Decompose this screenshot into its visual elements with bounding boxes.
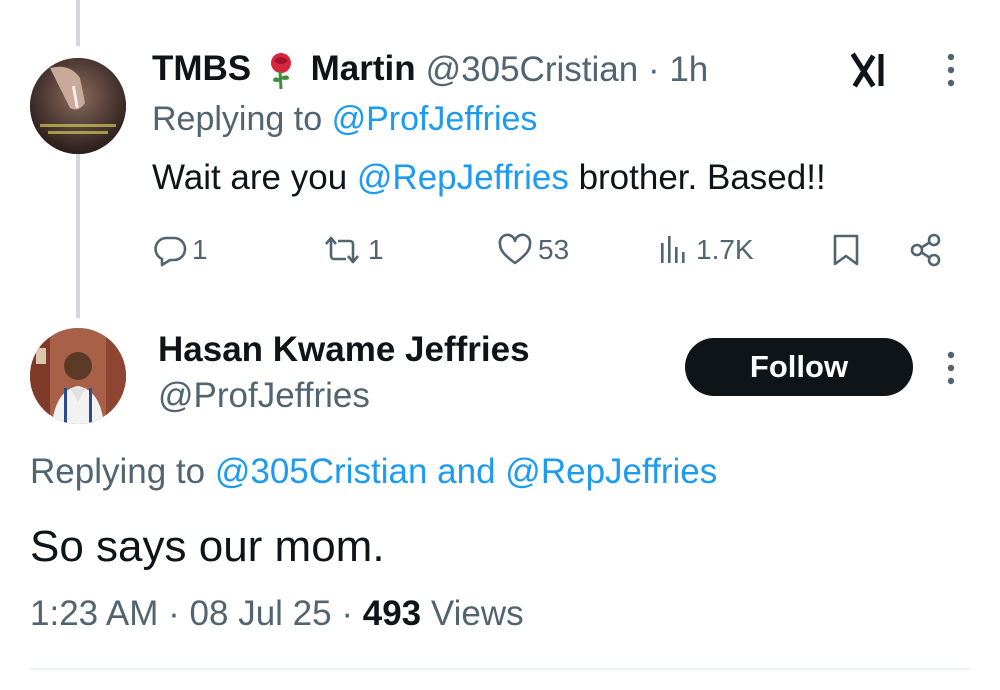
tweet-time[interactable]: 1:23 AM xyxy=(30,594,158,633)
user-handle[interactable]: @305Cristian xyxy=(426,50,639,89)
replying-to: Replying to @ProfJeffries xyxy=(152,100,538,138)
analytics-icon xyxy=(661,236,685,263)
separator-dot: · xyxy=(647,50,660,89)
share-button[interactable] xyxy=(908,226,948,274)
tweet-actions: 1 1 53 1.7K xyxy=(152,226,952,274)
views-button[interactable]: 1.7K xyxy=(658,226,754,274)
views-label: Views xyxy=(430,594,524,633)
mention-link[interactable]: @RepJeffries xyxy=(357,158,569,197)
tweet-text: So says our mom. xyxy=(30,522,385,571)
replying-to-link[interactable]: @RepJeffries xyxy=(505,452,717,491)
replying-to-link[interactable]: @305Cristian xyxy=(215,452,428,491)
handle-and-time: @305Cristian · 1h xyxy=(426,50,709,90)
heart-icon xyxy=(498,233,532,265)
replying-to-link[interactable]: @ProfJeffries xyxy=(332,100,538,138)
grok-xai-icon[interactable] xyxy=(851,52,891,88)
views-count: 1.7K xyxy=(696,234,754,265)
replying-to: Replying to @305Cristian and @RepJeffrie… xyxy=(30,452,718,491)
display-name[interactable]: TMBS Martin xyxy=(152,49,416,91)
rose-icon xyxy=(270,52,291,89)
separator-dot: · xyxy=(341,594,353,633)
reply-button[interactable]: 1 xyxy=(152,226,208,274)
bookmark-icon xyxy=(833,234,859,266)
views-count[interactable]: 493 xyxy=(363,594,421,633)
reply-count: 1 xyxy=(192,234,208,265)
tweet-meta: 1:23 AM · 08 Jul 25 · 493 Views xyxy=(30,594,524,634)
repost-count: 1 xyxy=(368,234,384,265)
thread-line-top xyxy=(76,0,80,46)
follow-button[interactable]: Follow xyxy=(685,338,913,396)
separator-dot: · xyxy=(168,594,180,633)
tweet-time[interactable]: 1h xyxy=(669,50,708,89)
like-count: 53 xyxy=(538,234,570,265)
more-options-icon[interactable] xyxy=(944,50,958,90)
like-button[interactable]: 53 xyxy=(496,226,569,274)
thread-line xyxy=(76,150,80,318)
avatar-305cristian[interactable] xyxy=(30,58,126,154)
reply-header: TMBS Martin @305Cristian · 1h xyxy=(152,48,708,92)
reply-icon xyxy=(154,236,187,267)
avatar-profjeffries[interactable] xyxy=(30,328,126,424)
replying-to-and[interactable]: and xyxy=(437,452,495,491)
user-handle[interactable]: @ProfJeffries xyxy=(158,376,370,416)
repost-icon xyxy=(325,236,359,264)
share-icon xyxy=(910,233,941,267)
divider xyxy=(30,668,970,670)
bookmark-button[interactable] xyxy=(830,226,866,274)
more-options-icon[interactable] xyxy=(944,348,958,388)
tweet-date[interactable]: 08 Jul 25 xyxy=(190,594,332,633)
repost-button[interactable]: 1 xyxy=(320,226,384,274)
display-name[interactable]: Hasan Kwame Jeffries xyxy=(158,330,530,370)
avatar-image xyxy=(30,58,126,154)
avatar-image xyxy=(30,328,126,424)
tweet-text: Wait are you @RepJeffries brother. Based… xyxy=(152,158,826,197)
